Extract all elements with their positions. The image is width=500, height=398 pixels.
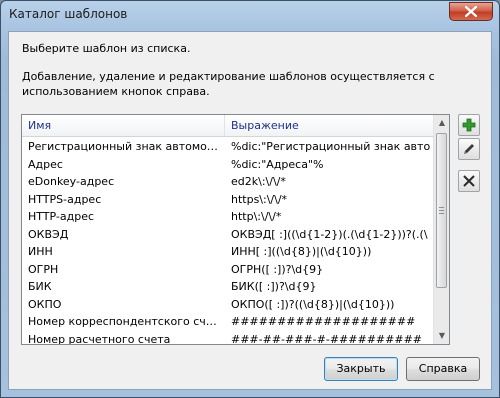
column-divider[interactable] bbox=[224, 115, 225, 136]
list-row[interactable]: Регистрационный знак автомобиля %dic:"Рег… bbox=[22, 138, 434, 156]
row-expression-cell: БИК([ :])?\d{9} bbox=[231, 280, 317, 293]
row-expression-cell: #################### bbox=[231, 315, 416, 328]
description-text-line-1: Добавление, удаление и редактирование ша… bbox=[22, 70, 435, 83]
vertical-scrollbar[interactable]: ▲ ▼ bbox=[433, 115, 449, 344]
list-rows: Регистрационный знак автомобиля %dic:"Рег… bbox=[22, 138, 434, 345]
row-expression-cell: ОКВЭД[ :]((\d{1-2})(.(\d{1-2}))?(.(\ bbox=[231, 227, 428, 241]
row-expression-cell: https\:\/\/* bbox=[231, 192, 288, 206]
column-header-expression[interactable]: Выражение bbox=[231, 119, 299, 132]
row-name-cell: ИНН bbox=[28, 245, 53, 258]
description-text-line-2: использованием кнопок справа. bbox=[22, 85, 210, 98]
row-name-cell: Регистрационный знак автомобиля bbox=[28, 140, 220, 153]
add-template-button[interactable] bbox=[458, 114, 480, 136]
row-name-cell: ОГРН bbox=[28, 262, 59, 276]
list-row[interactable]: БИК БИК([ :])?\d{9} bbox=[22, 278, 434, 296]
grip-line bbox=[439, 210, 444, 211]
dialog-body: Выберите шаблон из списка. Добавление, у… bbox=[8, 31, 492, 390]
instruction-text: Выберите шаблон из списка. bbox=[22, 42, 191, 55]
list-row[interactable]: Адрес %dic:"Адреса"% bbox=[22, 156, 434, 174]
grip-line bbox=[439, 207, 444, 208]
list-row[interactable]: ИНН ИНН[ :]((\d{8})|(\d{10})) bbox=[22, 243, 434, 261]
row-expression-cell: ОКПО([ :])?((\d{8})|(\d{10})) bbox=[231, 297, 395, 311]
list-header: Имя Выражение bbox=[22, 115, 434, 137]
plus-icon bbox=[462, 118, 476, 132]
window-title: Каталог шаблонов bbox=[9, 7, 128, 21]
row-expression-cell: ed2k\:\/\/* bbox=[231, 175, 286, 188]
row-name-cell: HTTPS-адрес bbox=[28, 192, 102, 206]
pencil-icon bbox=[464, 144, 474, 154]
row-name-cell: eDonkey-адрес bbox=[28, 175, 115, 188]
delete-template-button[interactable] bbox=[458, 170, 480, 192]
list-row[interactable]: Номер расчетного счета ###-##-###-#-#####… bbox=[22, 331, 434, 345]
row-name-cell: ОКПО bbox=[28, 297, 62, 311]
scrollbar-thumb[interactable] bbox=[436, 133, 447, 288]
scroll-down-arrow-icon[interactable]: ▼ bbox=[434, 328, 449, 344]
list-row[interactable]: ОКПО ОКПО([ :])?((\d{8})|(\d{10})) bbox=[22, 296, 434, 314]
help-button[interactable]: Справка bbox=[406, 357, 480, 381]
close-icon bbox=[465, 6, 477, 17]
templates-list[interactable]: Имя Выражение Регистрационный знак автом… bbox=[21, 114, 450, 345]
edit-template-button[interactable] bbox=[458, 138, 480, 160]
title-bar[interactable]: Каталог шаблонов bbox=[1, 1, 499, 29]
grip-line bbox=[439, 213, 444, 214]
close-button[interactable]: Закрыть bbox=[324, 357, 398, 381]
list-row[interactable]: ОГРН ОГРН([ :])?\d{9} bbox=[22, 261, 434, 279]
list-row[interactable]: HTTPS-адрес https\:\/\/* bbox=[22, 191, 434, 209]
list-row[interactable]: Номер корреспондентского счёта ##########… bbox=[22, 313, 434, 331]
column-header-name[interactable]: Имя bbox=[28, 119, 51, 132]
row-expression-cell: http\:\/\/* bbox=[231, 210, 282, 223]
scroll-up-arrow-icon[interactable]: ▲ bbox=[434, 115, 449, 131]
row-expression-cell: ИНН[ :]((\d{8})|(\d{10})) bbox=[231, 245, 372, 258]
cross-icon bbox=[463, 175, 475, 187]
row-expression-cell: %dic:"Адреса"% bbox=[231, 157, 324, 171]
row-name-cell: Номер корреспондентского счёта bbox=[28, 315, 220, 328]
row-expression-cell: ###-##-###-#-########## bbox=[231, 332, 422, 345]
row-name-cell: Адрес bbox=[28, 157, 63, 171]
list-row[interactable]: ОКВЭД ОКВЭД[ :]((\d{1-2})(.(\d{1-2}))?(.(… bbox=[22, 226, 434, 244]
row-name-cell: HTTP-адрес bbox=[28, 210, 95, 223]
row-name-cell: Номер расчетного счета bbox=[28, 332, 171, 345]
row-name-cell: ОКВЭД bbox=[28, 227, 69, 241]
dialog-window: Каталог шаблонов Выберите шаблон из спис… bbox=[0, 0, 500, 398]
window-close-button[interactable] bbox=[449, 2, 493, 21]
row-expression-cell: ОГРН([ :])?\d{9} bbox=[231, 262, 324, 276]
list-row[interactable]: eDonkey-адрес ed2k\:\/\/* bbox=[22, 173, 434, 191]
list-row[interactable]: HTTP-адрес http\:\/\/* bbox=[22, 208, 434, 226]
row-name-cell: БИК bbox=[28, 280, 52, 293]
row-expression-cell: %dic:"Регистрационный знак авто bbox=[231, 140, 431, 153]
